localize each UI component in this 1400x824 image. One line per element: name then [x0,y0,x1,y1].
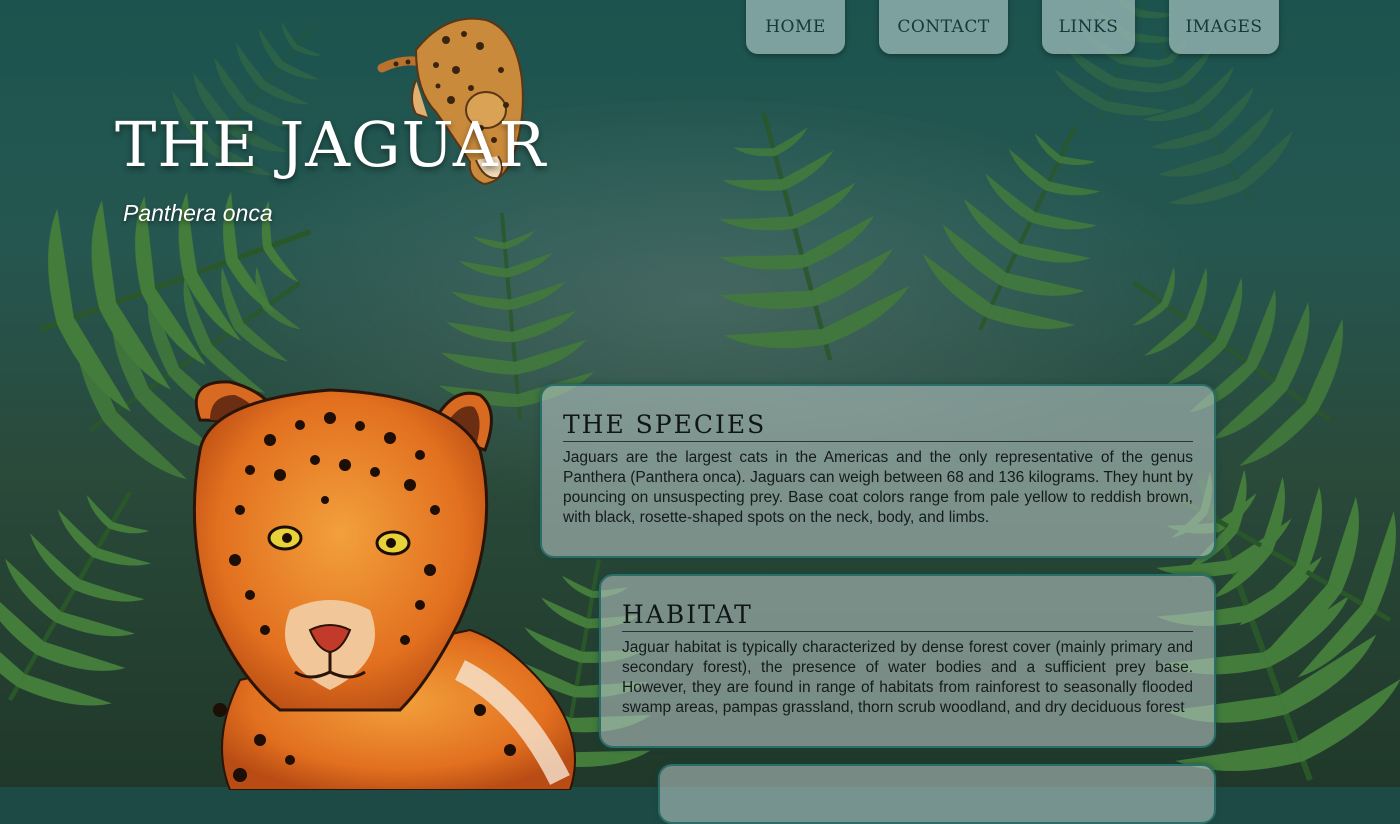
habitat-heading: HABITAT [622,600,1193,632]
habitat-panel: HABITAT Jaguar habitat is typically char… [599,574,1216,748]
jaguar-portrait-illustration [192,380,576,790]
nav-links-button[interactable]: LINKS [1042,0,1135,54]
species-panel: THE SPECIES Jaguars are the largest cats… [540,384,1216,558]
habitat-text: Jaguar habitat is typically characterize… [622,639,1193,716]
next-section-panel [658,764,1216,824]
species-heading: THE SPECIES [563,410,1193,442]
page-title: THE JAGUAR [115,108,547,181]
main-navigation: HOME CONTACT LINKS IMAGES [0,0,1400,60]
nav-home-button[interactable]: HOME [746,0,845,54]
species-text: Jaguars are the largest cats in the Amer… [563,449,1193,526]
page-subtitle: Panthera onca [123,200,273,226]
nav-contact-button[interactable]: CONTACT [879,0,1008,54]
nav-images-button[interactable]: IMAGES [1169,0,1279,54]
